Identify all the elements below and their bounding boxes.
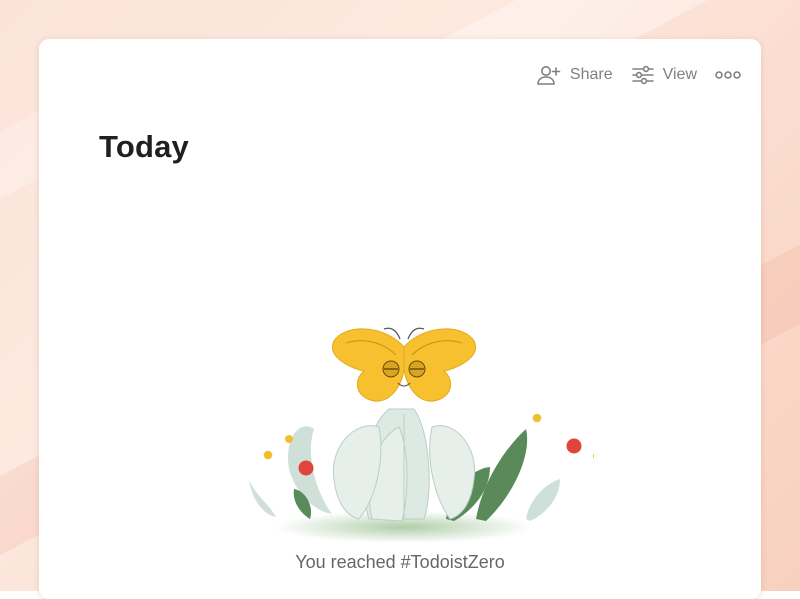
view-toolbar: Share View [536,61,741,89]
view-button[interactable]: View [631,61,697,89]
empty-state-illustration [214,279,618,549]
more-dots-icon [715,69,741,81]
empty-state-message: You reached #TodoistZero [295,552,505,572]
person-with-butterfly-illustration [249,327,618,543]
page-title: Today [99,129,189,164]
add-person-icon [536,64,562,86]
more-actions-button[interactable] [715,61,741,89]
share-label: Share [569,66,613,83]
app-window: Share View Today You reached #TodoistZer… [39,39,761,599]
sliders-icon [631,64,655,86]
view-label: View [662,66,697,83]
share-button[interactable]: Share [536,61,613,89]
